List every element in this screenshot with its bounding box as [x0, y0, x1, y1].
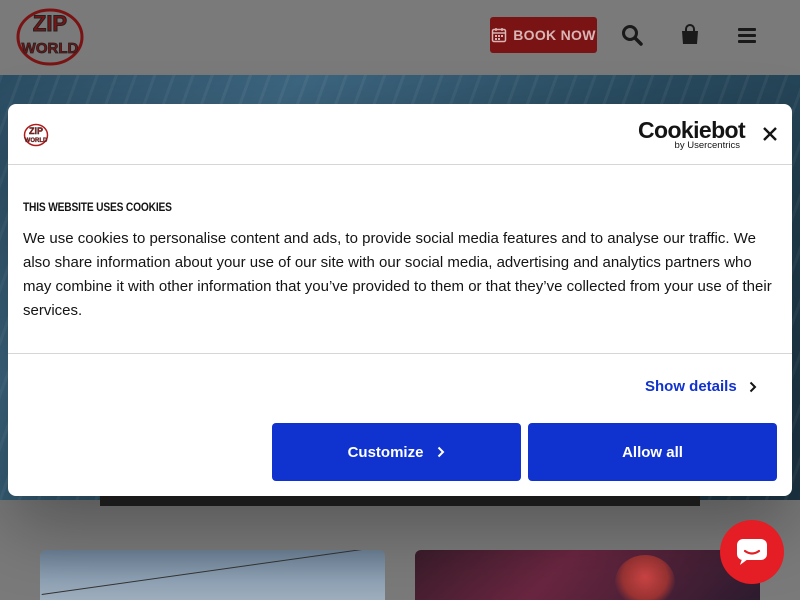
hero-caption-bar	[100, 495, 700, 506]
dialog-description: We use cookies to personalise content an…	[23, 230, 772, 319]
dialog-divider	[8, 353, 792, 354]
activity-card-zipline[interactable]	[40, 550, 385, 600]
customize-label: Customize	[347, 443, 424, 461]
svg-text:WORLD: WORLD	[22, 40, 79, 57]
svg-text:ZIP: ZIP	[33, 11, 67, 36]
activity-card-event[interactable]	[415, 550, 760, 600]
book-now-button[interactable]: BOOK NOW	[490, 17, 597, 53]
cookiebot-brand: Cookiebot	[638, 117, 746, 143]
customize-button[interactable]: Customize	[272, 423, 521, 481]
show-details-label: Show details	[645, 378, 737, 395]
show-details-link[interactable]: Show details	[645, 378, 757, 395]
hamburger-menu-icon[interactable]	[736, 24, 758, 46]
zip-world-small-logo: ZIP WORLD	[23, 123, 49, 147]
dialog-body: THIS WEBSITE USES COOKIES We use cookies…	[23, 200, 783, 323]
chat-icon	[737, 539, 767, 565]
shopping-bag-icon[interactable]	[679, 24, 701, 46]
dialog-header: ZIP WORLD Cookiebot by Usercentrics	[8, 104, 792, 165]
allow-all-label: Allow all	[622, 443, 683, 461]
chevron-right-icon	[438, 446, 445, 458]
dialog-title: THIS WEBSITE USES COOKIES	[23, 200, 172, 214]
cookie-consent-dialog: ZIP WORLD Cookiebot by Usercentrics THIS…	[8, 104, 792, 496]
chat-button[interactable]	[720, 520, 784, 584]
chevron-right-icon	[749, 381, 757, 392]
close-icon[interactable]	[760, 124, 780, 144]
svg-text:ZIP: ZIP	[29, 126, 43, 136]
site-header: ZIP WORLD BOOK NOW	[0, 0, 800, 75]
search-icon[interactable]	[621, 24, 643, 46]
svg-text:WORLD: WORLD	[25, 138, 48, 144]
zip-world-logo[interactable]: ZIP WORLD	[14, 3, 86, 67]
cookiebot-logo: Cookiebot by Usercentrics	[638, 117, 746, 152]
allow-all-button[interactable]: Allow all	[528, 423, 777, 481]
book-now-label: BOOK NOW	[513, 27, 596, 43]
calendar-icon	[491, 28, 507, 43]
